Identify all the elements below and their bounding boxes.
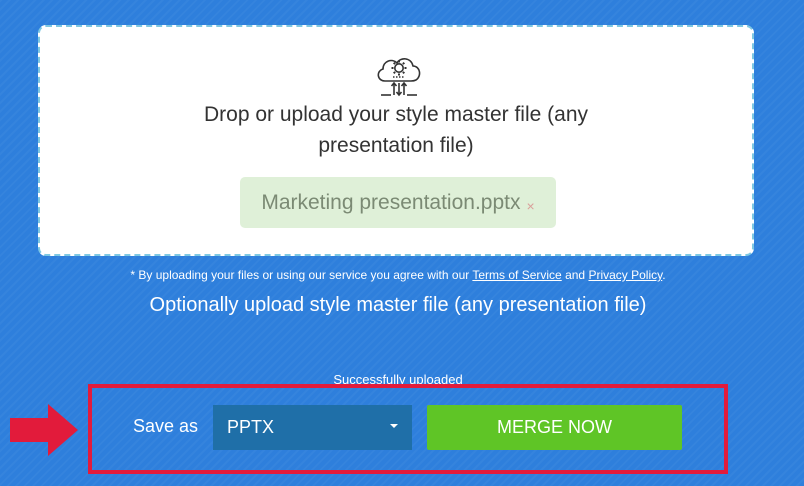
terms-prefix: * By uploading your files or using our s… — [130, 268, 470, 282]
terms-notice: * By uploading your files or using our s… — [0, 268, 796, 282]
dropzone-instructions: Drop or upload your style master file (a… — [40, 99, 752, 161]
save-as-label: Save as — [133, 416, 199, 436]
caret-down-icon — [390, 424, 398, 428]
cloud-gear-upload-icon — [377, 58, 421, 97]
privacy-policy-link[interactable]: Privacy Policy — [588, 268, 662, 282]
uploaded-file-name: Marketing presentation.pptx — [261, 190, 521, 214]
upload-dropzone[interactable]: Drop or upload your style master file (a… — [38, 25, 754, 256]
remove-file-icon[interactable]: × — [526, 198, 534, 214]
terms-suffix: . — [662, 268, 666, 282]
terms-of-service-link[interactable]: Terms of Service — [472, 268, 561, 282]
red-arrow-icon — [10, 404, 78, 456]
dropzone-text-line1: Drop or upload your style master file (a… — [204, 103, 588, 126]
merge-now-button[interactable]: MERGE NOW — [427, 405, 682, 450]
uploaded-file-chip: Marketing presentation.pptx × — [240, 177, 556, 228]
dropzone-text-line2: presentation file) — [318, 134, 474, 157]
terms-and: and — [565, 268, 586, 282]
format-select[interactable]: PPTX — [213, 405, 412, 450]
format-select-value: PPTX — [227, 417, 275, 437]
optional-upload-text: Optionally upload style master file (any… — [149, 294, 647, 316]
